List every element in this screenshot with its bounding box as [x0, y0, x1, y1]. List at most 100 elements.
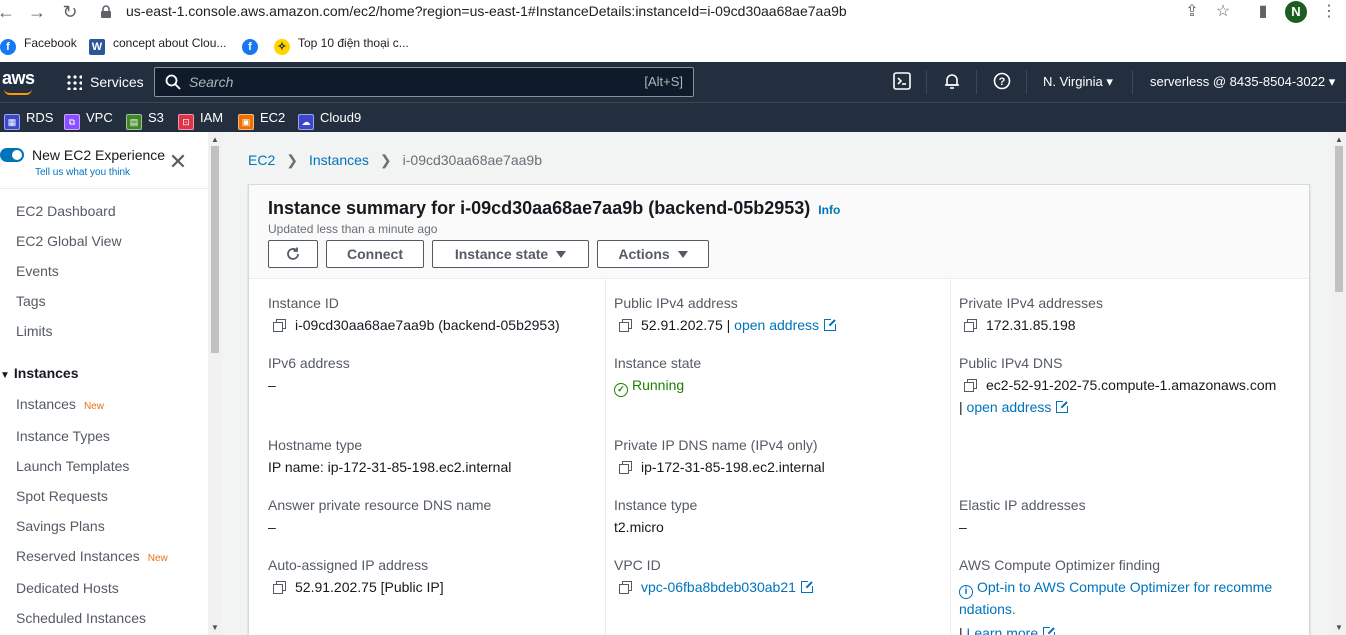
- favorite-rds[interactable]: ▦ RDS: [4, 109, 53, 130]
- public-dns-open-address: | open address: [959, 399, 1070, 415]
- vpc-link[interactable]: vpc-06fba8bdeb030ab21: [641, 579, 796, 595]
- external-link-icon: [824, 318, 838, 331]
- learn-more-link[interactable]: Learn more: [967, 625, 1039, 635]
- sidebar-item-ec2-dashboard[interactable]: EC2 Dashboard: [16, 203, 116, 219]
- scroll-up-icon[interactable]: ▲: [210, 136, 220, 144]
- sidebar-item-scheduled-instances[interactable]: Scheduled Instances: [16, 610, 146, 626]
- status-badge: ✓ Running: [614, 377, 684, 397]
- open-address-link[interactable]: open address: [967, 399, 1052, 415]
- cloud9-icon: ☁: [298, 114, 314, 130]
- main-scrollbar[interactable]: ▲ ▼: [1332, 132, 1346, 635]
- main-scroll-thumb[interactable]: [1335, 146, 1343, 292]
- sidebar-item-ec2-global-view[interactable]: EC2 Global View: [16, 233, 122, 249]
- instance-state-button[interactable]: Instance state: [432, 240, 589, 268]
- bookmark-facebook-2[interactable]: f: [242, 32, 266, 55]
- sidebar-divider: [0, 188, 208, 189]
- services-button[interactable]: Services: [66, 71, 144, 93]
- info-icon: i: [959, 585, 973, 599]
- scroll-down-icon[interactable]: ▼: [210, 624, 220, 632]
- facebook-icon: f: [0, 39, 16, 55]
- url-text[interactable]: us-east-1.console.aws.amazon.com/ec2/hom…: [126, 3, 847, 19]
- search-input[interactable]: [189, 72, 609, 92]
- connect-button[interactable]: Connect: [326, 240, 424, 268]
- omnibox[interactable]: us-east-1.console.aws.amazon.com/ec2/hom…: [90, 0, 1250, 24]
- favorite-s3[interactable]: ▤ S3: [126, 109, 164, 130]
- favorite-iam[interactable]: ⊡ IAM: [178, 109, 223, 130]
- sidebar-scrollbar[interactable]: ▲ ▼: [208, 132, 222, 635]
- bookmark-facebook[interactable]: f Facebook: [0, 32, 77, 55]
- side-panel-icon[interactable]: ▮: [1254, 3, 1272, 21]
- search-box[interactable]: [Alt+S]: [154, 67, 694, 97]
- favorite-cloud9[interactable]: ☁ Cloud9: [298, 109, 361, 130]
- help-icon[interactable]: ?: [992, 72, 1012, 92]
- sidebar-item-dedicated-hosts[interactable]: Dedicated Hosts: [16, 580, 119, 596]
- sidebar-scroll-thumb[interactable]: [211, 146, 219, 353]
- sidebar-item-limits[interactable]: Limits: [16, 323, 53, 339]
- scroll-down-icon[interactable]: ▼: [1334, 624, 1344, 632]
- lock-icon: [101, 5, 111, 18]
- sidebar-item-launch-templates[interactable]: Launch Templates: [16, 458, 129, 474]
- copy-icon[interactable]: [964, 379, 977, 392]
- favorite-vpc[interactable]: ⧉ VPC: [64, 109, 113, 130]
- refresh-button[interactable]: [268, 240, 318, 268]
- sidebar-item-tags[interactable]: Tags: [16, 293, 46, 309]
- back-icon[interactable]: ←: [0, 2, 16, 22]
- account-menu[interactable]: serverless @ 8435-8504-3022 ▾: [1150, 74, 1335, 90]
- instance-id-label: Instance ID: [268, 295, 339, 311]
- sidebar-item-instances[interactable]: Instances New: [16, 396, 104, 412]
- copy-icon[interactable]: [619, 319, 632, 332]
- breadcrumb-instances[interactable]: Instances: [309, 152, 369, 168]
- sidebar-item-events[interactable]: Events: [16, 263, 59, 279]
- chevron-right-icon: ❯: [379, 152, 392, 168]
- sidebar-item-instance-types[interactable]: Instance Types: [16, 428, 110, 444]
- aws-logo-smile: [4, 89, 32, 95]
- actions-button[interactable]: Actions: [597, 240, 709, 268]
- bookmark-top10[interactable]: ✧ Top 10 điện thoại c...: [274, 32, 409, 55]
- forward-icon[interactable]: →: [27, 2, 47, 22]
- copy-icon[interactable]: [619, 461, 632, 474]
- panel-header: Instance summary for i-09cd30aa68ae7aa9b…: [249, 185, 1309, 279]
- menu-kebab-icon[interactable]: ⋮: [1320, 3, 1338, 21]
- main-content: EC2 ❯ Instances ❯ i-09cd30aa68ae7aa9b Instan…: [222, 132, 1332, 635]
- star-icon[interactable]: ☆: [1214, 3, 1232, 21]
- thegioididong-icon: ✧: [274, 39, 290, 55]
- reload-icon[interactable]: ↻: [60, 2, 80, 22]
- sidebar-item-reserved-instances[interactable]: Reserved Instances New: [16, 548, 168, 564]
- copy-icon[interactable]: [964, 319, 977, 332]
- profile-avatar[interactable]: N: [1285, 1, 1307, 23]
- instance-state-label: Instance state: [614, 355, 702, 371]
- close-icon[interactable]: ✕: [168, 151, 188, 173]
- notifications-bell-icon[interactable]: [942, 72, 962, 92]
- cloudshell-icon[interactable]: [892, 72, 912, 92]
- aws-logo[interactable]: aws: [2, 68, 35, 89]
- optimizer-link-cont[interactable]: ndations.: [959, 601, 1016, 617]
- info-link[interactable]: Info: [818, 203, 840, 217]
- sidebar-item-spot-requests[interactable]: Spot Requests: [16, 488, 108, 504]
- iam-icon: ⊡: [178, 114, 194, 130]
- breadcrumb-ec2[interactable]: EC2: [248, 152, 275, 168]
- open-address-link[interactable]: open address: [734, 317, 819, 333]
- word-icon: W: [89, 39, 105, 55]
- bookmarks-bar: f Facebook Wconcept about Clou... f ✧ Top …: [0, 32, 1346, 55]
- ec2-icon: ▣: [238, 114, 254, 130]
- caret-down-icon: ▾: [1106, 74, 1113, 89]
- copy-icon[interactable]: [619, 581, 632, 594]
- sidebar-section-instances[interactable]: ▼ Instances: [0, 365, 79, 381]
- external-link-icon: [1043, 626, 1057, 635]
- page-title: Instance summary for i-09cd30aa68ae7aa9b…: [268, 198, 841, 218]
- new-badge: New: [147, 553, 168, 564]
- sidebar-item-savings-plans[interactable]: Savings Plans: [16, 518, 105, 534]
- region-selector[interactable]: N. Virginia ▾: [1043, 74, 1113, 90]
- feedback-link[interactable]: Tell us what you think: [35, 167, 130, 178]
- scroll-up-icon[interactable]: ▲: [1334, 136, 1344, 144]
- aws-console-header: aws Services [Alt+S] ? N. Virginia ▾ ser…: [0, 62, 1346, 102]
- share-icon[interactable]: ⇪: [1183, 3, 1201, 21]
- copy-icon[interactable]: [273, 319, 286, 332]
- vpc-label: VPC ID: [614, 557, 661, 573]
- new-experience-toggle[interactable]: [0, 148, 24, 162]
- bookmark-concept-cloud[interactable]: Wconcept about Clou...: [89, 32, 226, 55]
- hostname-type-label: Hostname type: [268, 437, 363, 453]
- copy-icon[interactable]: [273, 581, 286, 594]
- optimizer-link[interactable]: i Opt-in to AWS Compute Optimizer for rec…: [959, 579, 1272, 599]
- favorite-ec2[interactable]: ▣ EC2: [238, 109, 285, 130]
